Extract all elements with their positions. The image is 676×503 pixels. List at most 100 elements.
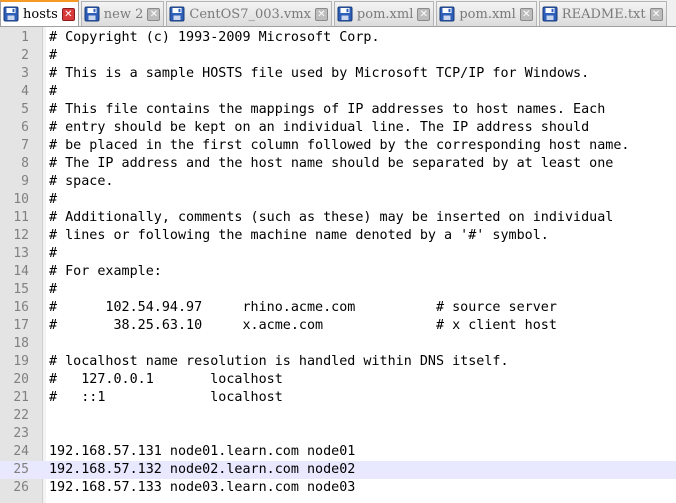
line-text[interactable]: # Additionally, comments (such as these)… [49, 209, 613, 227]
line-text[interactable]: # [49, 245, 57, 263]
line-text[interactable]: 192.168.57.131 node01.learn.com node01 [49, 443, 355, 461]
line-text[interactable]: # be placed in the first column followed… [49, 137, 629, 155]
editor-line[interactable]: 21 # ::1 localhost [0, 389, 676, 407]
line-text[interactable]: # lines or following the machine name de… [49, 227, 549, 245]
editor-line[interactable]: 4 # [0, 83, 676, 101]
tab-0[interactable]: hosts ✕ [0, 0, 79, 26]
line-number: 24 [13, 444, 29, 459]
editor-line[interactable]: 18 [0, 335, 676, 353]
line-number: 14 [13, 264, 29, 279]
tab-label: pom.xml [356, 6, 414, 22]
close-icon[interactable]: ✕ [61, 7, 75, 21]
line-number: 16 [13, 300, 29, 315]
tab-label: CentOS7_003.vmx [189, 6, 311, 22]
line-number: 22 [13, 408, 29, 423]
editor-line[interactable]: 15 # [0, 281, 676, 299]
editor-line[interactable]: 9 # space. [0, 173, 676, 191]
editor-line[interactable]: 20 # 127.0.0.1 localhost [0, 371, 676, 389]
line-text[interactable]: 192.168.57.132 node02.learn.com node02 [49, 461, 355, 479]
editor-line[interactable]: 11 # Additionally, comments (such as thes… [0, 209, 676, 227]
line-number: 12 [13, 228, 29, 243]
editor-line[interactable]: 22 [0, 407, 676, 425]
editor-line[interactable]: 25 192.168.57.132 node02.learn.com node02 [0, 461, 676, 479]
line-text[interactable]: # [49, 47, 57, 65]
line-number: 11 [13, 210, 29, 225]
save-icon [337, 6, 353, 22]
save-icon [169, 6, 185, 22]
editor-line[interactable]: 8 # The IP address and the host name shou… [0, 155, 676, 173]
editor-line[interactable]: 17 # 38.25.63.10 x.acme.com # x client ho… [0, 317, 676, 335]
tab-label: hosts [23, 6, 58, 22]
editor-line[interactable]: 19 # localhost name resolution is handled… [0, 353, 676, 371]
line-text[interactable]: # [49, 191, 57, 209]
line-number: 1 [21, 30, 29, 45]
save-icon [84, 6, 100, 22]
editor-line[interactable]: 2 # [0, 47, 676, 65]
line-text[interactable]: # localhost name resolution is handled w… [49, 353, 509, 371]
editor-line[interactable]: 5 # This file contains the mappings of IP… [0, 101, 676, 119]
line-number: 23 [13, 426, 29, 441]
line-number: 13 [13, 246, 29, 261]
line-text[interactable]: # [49, 281, 57, 299]
editor-line[interactable]: 10 # [0, 191, 676, 209]
line-text[interactable]: # 38.25.63.10 x.acme.com # x client host [49, 317, 557, 335]
save-icon [439, 6, 455, 22]
line-number: 17 [13, 318, 29, 333]
line-number: 20 [13, 372, 29, 387]
close-icon[interactable]: ✕ [147, 7, 161, 21]
editor-line[interactable]: 26 192.168.57.133 node03.learn.com node03 [0, 479, 676, 497]
tab-1[interactable]: new 2 ✕ [80, 1, 165, 26]
editor-line[interactable]: 13 # [0, 245, 676, 263]
close-icon[interactable]: ✕ [519, 7, 533, 21]
tab-label: README.txt [561, 6, 646, 22]
tab-4[interactable]: pom.xml ✕ [436, 1, 537, 26]
editor-line[interactable]: 12 # lines or following the machine name … [0, 227, 676, 245]
line-number: 6 [21, 120, 29, 135]
tab-5[interactable]: README.txt ✕ [538, 1, 667, 26]
editor-line[interactable]: 16 # 102.54.94.97 rhino.acme.com # source… [0, 299, 676, 317]
editor-line[interactable]: 3 # This is a sample HOSTS file used by M… [0, 65, 676, 83]
line-number: 9 [21, 174, 29, 189]
editor-line[interactable]: 24 192.168.57.131 node01.learn.com node01 [0, 443, 676, 461]
line-text[interactable]: # 102.54.94.97 rhino.acme.com # source s… [49, 299, 557, 317]
line-text[interactable]: 192.168.57.133 node03.learn.com node03 [49, 479, 355, 497]
line-number: 7 [21, 138, 29, 153]
line-text[interactable]: # Copyright (c) 1993-2009 Microsoft Corp… [49, 29, 380, 47]
line-number: 18 [13, 336, 29, 351]
close-icon[interactable]: ✕ [417, 7, 431, 21]
line-text[interactable]: # space. [49, 173, 114, 191]
line-text[interactable]: # This is a sample HOSTS file used by Mi… [49, 65, 589, 83]
line-number: 4 [21, 84, 29, 99]
save-icon [3, 6, 19, 22]
tab-2[interactable]: CentOS7_003.vmx ✕ [166, 1, 332, 26]
close-icon[interactable]: ✕ [314, 7, 328, 21]
tab-3[interactable]: pom.xml ✕ [333, 1, 435, 26]
line-number: 19 [13, 354, 29, 369]
line-number: 26 [13, 480, 29, 495]
tab-bar: hosts ✕ new 2 ✕ CentOS7_003.vmx ✕ pom.xml ✕ pom.… [0, 0, 676, 27]
editor-area[interactable]: 1 # Copyright (c) 1993-2009 Microsoft Cor… [0, 27, 676, 503]
line-number: 25 [13, 462, 29, 477]
line-text[interactable]: # ::1 localhost [49, 389, 283, 407]
line-number: 5 [21, 102, 29, 117]
editor-line[interactable]: 7 # be placed in the first column followe… [0, 137, 676, 155]
line-number: 21 [13, 390, 29, 405]
line-text[interactable]: # The IP address and the host name shoul… [49, 155, 613, 173]
line-number: 3 [21, 66, 29, 81]
line-number: 2 [21, 48, 29, 63]
tab-label: pom.xml [459, 6, 516, 22]
editor-line[interactable]: 14 # For example: [0, 263, 676, 281]
line-text[interactable]: # 127.0.0.1 localhost [49, 371, 283, 389]
editor-line[interactable]: 1 # Copyright (c) 1993-2009 Microsoft Cor… [0, 29, 676, 47]
editor-line[interactable]: 23 [0, 425, 676, 443]
line-text[interactable]: # For example: [49, 263, 162, 281]
line-text[interactable]: # entry should be kept on an individual … [49, 119, 589, 137]
line-text[interactable]: # This file contains the mappings of IP … [49, 101, 605, 119]
close-icon[interactable]: ✕ [649, 7, 663, 21]
line-number: 15 [13, 282, 29, 297]
save-icon [542, 6, 558, 22]
line-number: 8 [21, 156, 29, 171]
line-text[interactable]: # [49, 83, 57, 101]
tab-label: new 2 [103, 6, 144, 22]
editor-line[interactable]: 6 # entry should be kept on an individual… [0, 119, 676, 137]
